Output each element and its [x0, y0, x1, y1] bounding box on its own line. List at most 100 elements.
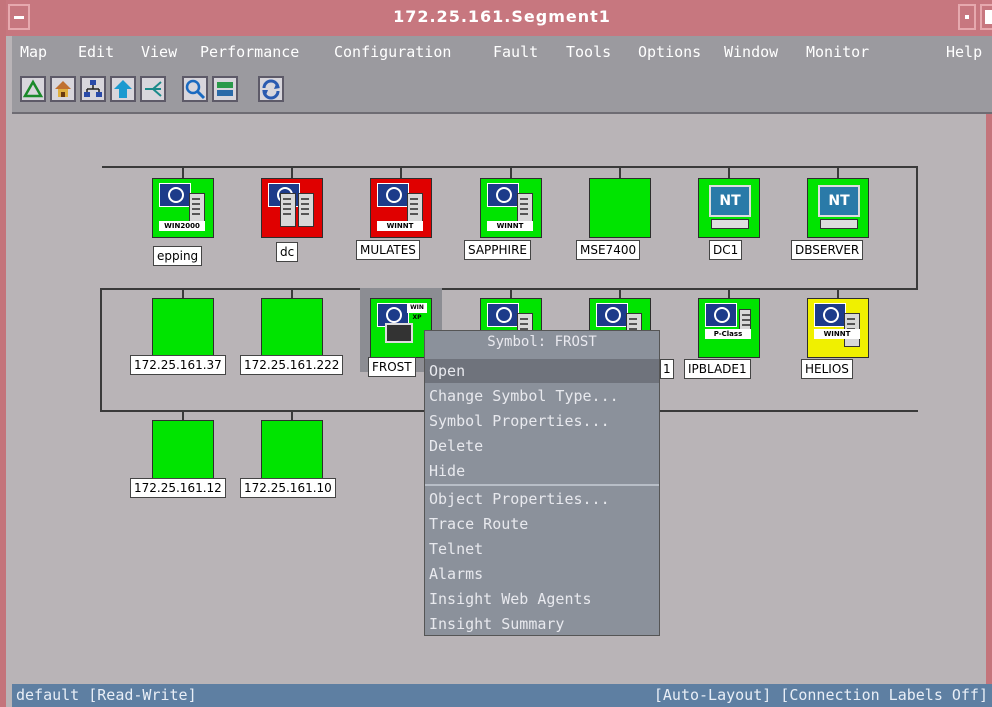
- node-label[interactable]: 1: [660, 359, 674, 379]
- hp-logo-icon: [487, 183, 519, 207]
- application-window: 172.25.161.Segment1 Map Edit View Perfor…: [0, 0, 992, 707]
- node-label[interactable]: SAPPHIRE: [464, 240, 532, 260]
- menu-edit[interactable]: Edit: [78, 43, 114, 61]
- menu-item-hide[interactable]: Hide: [425, 459, 659, 483]
- segment-link-left: [100, 288, 102, 410]
- server-tower-icon: [298, 193, 314, 227]
- menu-item-telnet[interactable]: Telnet: [425, 537, 659, 561]
- node-mulates[interactable]: WINNT: [370, 178, 432, 238]
- status-mode: default [Read-Write]: [16, 686, 197, 704]
- monitor-icon: NT: [818, 185, 860, 217]
- node-172-25-161-12[interactable]: [152, 420, 214, 480]
- menu-item-insight-web-agents[interactable]: Insight Web Agents: [425, 587, 659, 611]
- node-label[interactable]: HELIOS: [801, 359, 853, 379]
- drop-line: [837, 288, 839, 298]
- drop-line: [182, 166, 184, 178]
- home-icon[interactable]: [50, 76, 76, 102]
- monitor-icon: [385, 323, 413, 343]
- drop-line: [728, 288, 730, 298]
- drop-line: [728, 166, 730, 178]
- drop-line: [291, 288, 293, 298]
- menu-map[interactable]: Map: [20, 43, 47, 61]
- menu-item-open[interactable]: Open: [425, 359, 659, 383]
- node-dc[interactable]: [261, 178, 323, 238]
- menu-item-trace-route[interactable]: Trace Route: [425, 512, 659, 536]
- node-sapphire[interactable]: WINNT: [480, 178, 542, 238]
- node-label[interactable]: epping: [153, 246, 203, 266]
- menu-bar: Map Edit View Performance Configuration …: [12, 36, 992, 68]
- node-172-25-161-222[interactable]: [261, 298, 323, 358]
- drop-line: [182, 288, 184, 298]
- menu-fault[interactable]: Fault: [493, 43, 538, 61]
- node-epping[interactable]: WIN2000: [152, 178, 214, 238]
- segment-link-right: [916, 166, 918, 288]
- refresh-icon[interactable]: [258, 76, 284, 102]
- node-helios[interactable]: WINNT: [807, 298, 869, 358]
- up-arrow-icon[interactable]: [110, 76, 136, 102]
- branch-icon[interactable]: [140, 76, 166, 102]
- drop-line: [400, 166, 402, 178]
- menu-item-delete[interactable]: Delete: [425, 434, 659, 458]
- drop-line: [837, 166, 839, 178]
- node-mse7400[interactable]: [589, 178, 651, 238]
- node-label[interactable]: 172.25.161.37: [130, 355, 226, 375]
- menu-item-symbol-properties[interactable]: Symbol Properties...: [425, 409, 659, 433]
- menu-view[interactable]: View: [141, 43, 177, 61]
- title-bar[interactable]: 172.25.161.Segment1: [6, 0, 992, 36]
- drop-line: [619, 288, 621, 298]
- drop-line: [182, 410, 184, 420]
- node-label[interactable]: dc: [276, 242, 299, 262]
- segment-bus-2: [100, 288, 918, 290]
- node-label[interactable]: MSE7400: [576, 240, 641, 260]
- drop-line: [291, 166, 293, 178]
- context-menu-title: Symbol: FROST: [487, 334, 597, 350]
- node-label[interactable]: DBSERVER: [791, 240, 864, 260]
- minimize-button[interactable]: [958, 4, 976, 30]
- menu-performance[interactable]: Performance: [200, 43, 299, 61]
- maximize-button[interactable]: [980, 4, 992, 30]
- node-label[interactable]: 172.25.161.222: [240, 355, 344, 375]
- node-dc1[interactable]: NT: [698, 178, 760, 238]
- node-label[interactable]: 172.25.161.12: [130, 478, 226, 498]
- os-badge: WIN XP: [407, 303, 427, 321]
- hp-logo-icon: [487, 303, 519, 327]
- os-badge: WINNT: [487, 221, 533, 231]
- node-label[interactable]: MULATES: [356, 240, 420, 260]
- node-dbserver[interactable]: NT: [807, 178, 869, 238]
- menu-window[interactable]: Window: [724, 43, 778, 61]
- menu-item-insight-summary[interactable]: Insight Summary: [425, 612, 659, 636]
- hp-logo-icon: [705, 303, 737, 327]
- hp-logo-icon: [159, 183, 191, 207]
- keyboard-icon: [711, 219, 749, 229]
- menu-tools[interactable]: Tools: [566, 43, 611, 61]
- drop-line: [619, 166, 621, 178]
- node-ipblade1[interactable]: P-Class: [698, 298, 760, 358]
- menu-item-change-symbol-type[interactable]: Change Symbol Type...: [425, 384, 659, 408]
- menu-item-object-properties[interactable]: Object Properties...: [425, 487, 659, 511]
- network-tree-icon[interactable]: [80, 76, 106, 102]
- network-switch-icon[interactable]: [212, 76, 238, 102]
- keyboard-icon: [820, 219, 858, 229]
- node-label[interactable]: IPBLADE1: [684, 359, 751, 379]
- os-badge: P-Class: [705, 329, 751, 339]
- os-badge: WINNT: [814, 329, 860, 339]
- menu-monitor[interactable]: Monitor: [806, 43, 869, 61]
- node-172-25-161-10[interactable]: [261, 420, 323, 480]
- server-tower-icon: [280, 193, 296, 227]
- magnifier-icon[interactable]: [182, 76, 208, 102]
- menu-options[interactable]: Options: [638, 43, 701, 61]
- menu-configuration[interactable]: Configuration: [334, 43, 451, 61]
- node-label[interactable]: FROST: [368, 357, 416, 377]
- drop-line: [510, 166, 512, 178]
- drop-line: [510, 288, 512, 298]
- status-bar: default [Read-Write] [Auto-Layout] [Conn…: [12, 684, 992, 707]
- node-172-25-161-37[interactable]: [152, 298, 214, 358]
- status-layout: [Auto-Layout] [Connection Labels Off]: [653, 686, 988, 704]
- node-label[interactable]: DC1: [709, 240, 743, 260]
- triangle-ruler-icon[interactable]: [20, 76, 46, 102]
- node-label[interactable]: 172.25.161.10: [240, 478, 336, 498]
- menu-help[interactable]: Help: [946, 43, 982, 61]
- drop-line: [291, 410, 293, 420]
- node-frost[interactable]: WIN XP: [370, 298, 432, 358]
- menu-item-alarms[interactable]: Alarms: [425, 562, 659, 586]
